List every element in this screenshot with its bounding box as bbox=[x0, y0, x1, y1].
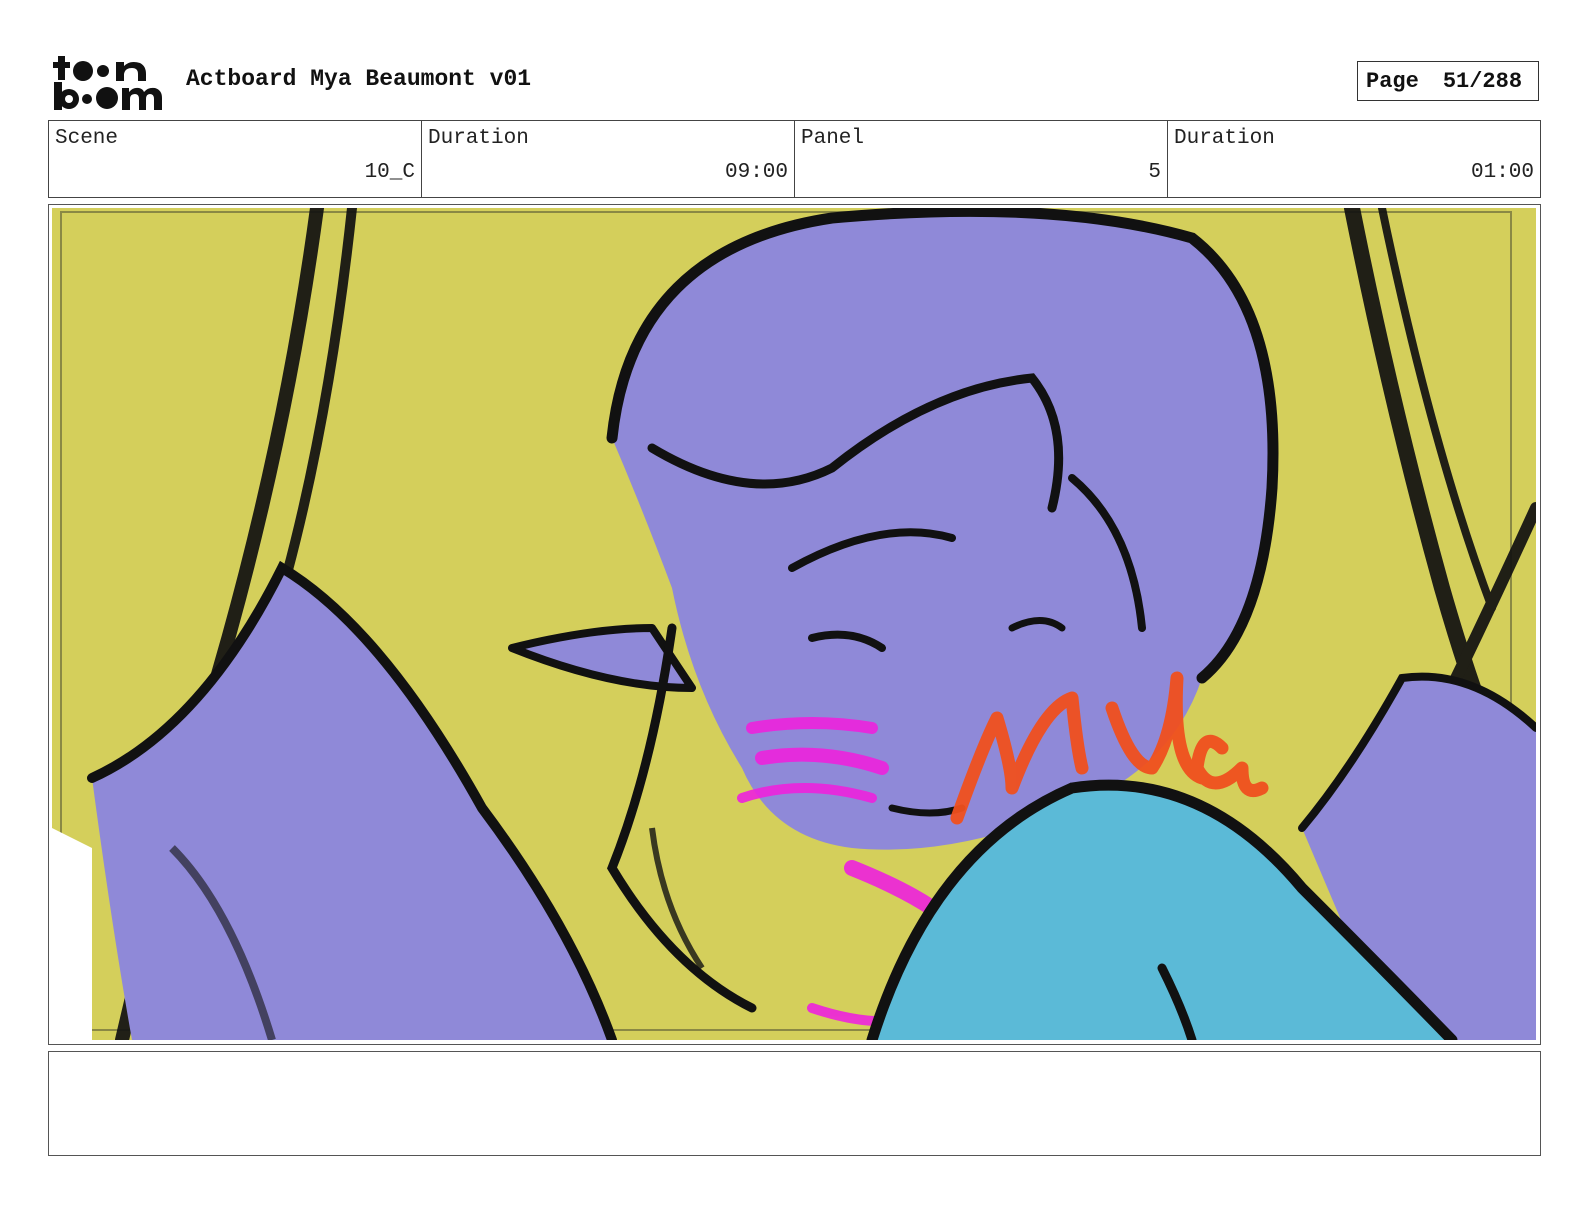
panel-duration-cell: Duration 01:00 bbox=[1168, 121, 1540, 197]
panel-duration-value: 01:00 bbox=[1470, 161, 1534, 184]
page-label: Page bbox=[1366, 68, 1419, 94]
panel-duration-label: Duration bbox=[1174, 127, 1275, 150]
panel-info-row: Scene 10_C Duration 09:00 Panel 5 Durati… bbox=[48, 120, 1541, 198]
panel-label: Panel bbox=[801, 127, 865, 150]
document-title: Actboard Mya Beaumont v01 bbox=[186, 66, 532, 92]
panel-cell: Panel 5 bbox=[795, 121, 1168, 197]
toon-boom-logo bbox=[53, 56, 162, 110]
scene-value: 10_C bbox=[364, 161, 415, 184]
scene-cell: Scene 10_C bbox=[49, 121, 422, 197]
scene-duration-cell: Duration 09:00 bbox=[422, 121, 795, 197]
notes-area bbox=[48, 1051, 1541, 1156]
panel-sketch bbox=[52, 208, 1536, 1040]
scene-duration-label: Duration bbox=[428, 127, 529, 150]
page-number: 51/288 bbox=[1442, 68, 1523, 94]
storyboard-panel bbox=[48, 204, 1541, 1045]
panel-value: 5 bbox=[1148, 161, 1161, 184]
scene-label: Scene bbox=[55, 127, 119, 150]
scene-duration-value: 09:00 bbox=[724, 161, 788, 184]
page-indicator: Page 51/288 bbox=[1357, 61, 1539, 101]
